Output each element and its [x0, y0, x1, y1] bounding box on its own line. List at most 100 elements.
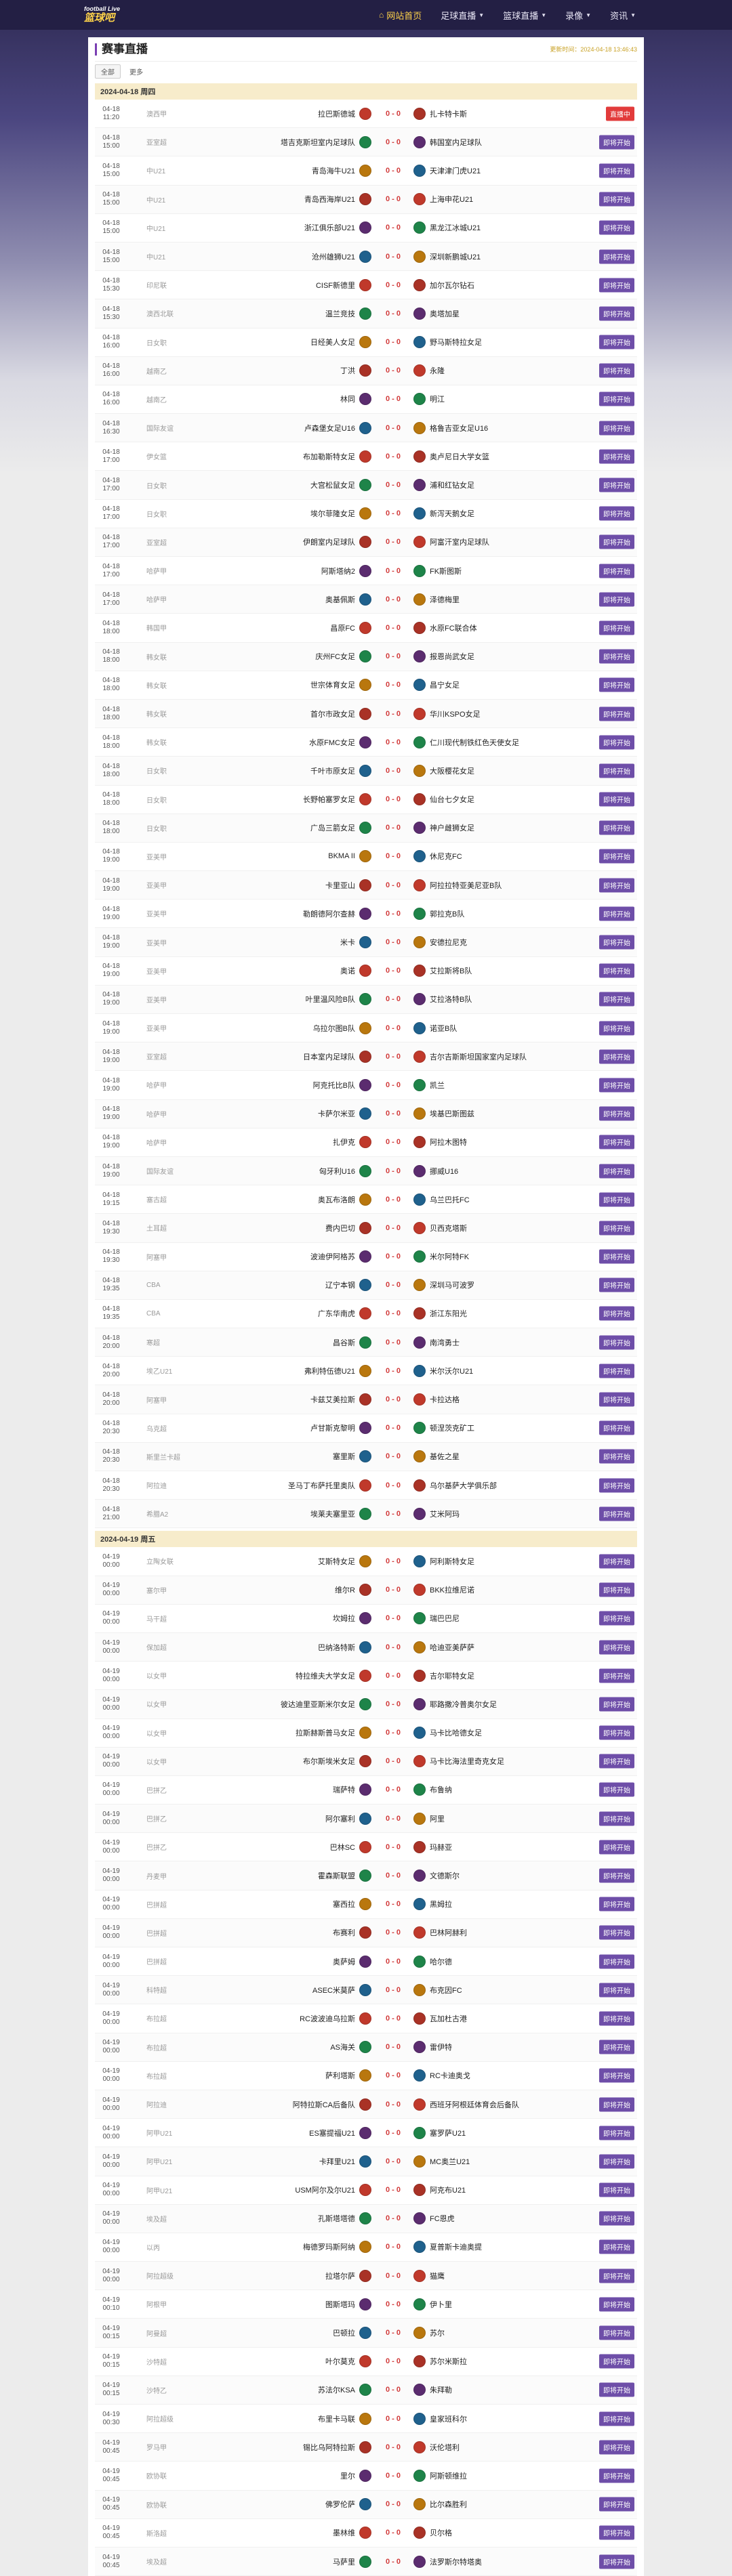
upcoming-button[interactable]: 即将开始: [599, 1392, 634, 1407]
upcoming-button[interactable]: 即将开始: [599, 1754, 634, 1769]
league-name[interactable]: 日女职: [127, 509, 182, 519]
upcoming-button[interactable]: 即将开始: [599, 1554, 634, 1569]
upcoming-button[interactable]: 即将开始: [599, 1582, 634, 1597]
league-name[interactable]: 阿曼超: [127, 2328, 182, 2338]
away-team[interactable]: 报恩尚武女足: [413, 650, 583, 663]
away-team[interactable]: 吉尔耶特女足: [413, 1669, 583, 1682]
away-team[interactable]: 法罗斯尔特塔奥: [413, 2555, 583, 2568]
league-name[interactable]: 韩国甲: [127, 622, 182, 633]
upcoming-button[interactable]: 即将开始: [599, 1697, 634, 1712]
away-team[interactable]: MC奥兰U21: [413, 2155, 583, 2168]
match-row[interactable]: 04-18 18:00 韩女联 庆州FC女足 0 - 0 报恩尚武女足 即将开始: [95, 642, 637, 671]
match-row[interactable]: 04-18 19:00 哈萨甲 扎伊克 0 - 0 阿拉木图特 即将开始: [95, 1128, 637, 1157]
match-row[interactable]: 04-18 15:00 亚室超 塔吉克斯坦室内足球队 0 - 0 韩国室内足球队 即将开始: [95, 128, 637, 157]
filter-more[interactable]: 更多: [123, 64, 149, 79]
away-team[interactable]: 上海申花U21: [413, 193, 583, 206]
home-team[interactable]: 丁洪: [182, 364, 373, 377]
league-name[interactable]: 立陶女联: [127, 1556, 182, 1566]
home-team[interactable]: 卡萨尔米亚: [182, 1107, 373, 1120]
home-team[interactable]: ASEC米莫萨: [182, 1983, 373, 1996]
match-row[interactable]: 04-19 00:00 以丙 梅德罗玛斯阿纳 0 - 0 夏普斯卡迪奥提 即将开始: [95, 2233, 637, 2262]
nav-item-0[interactable]: ⌂ 网站首页: [369, 0, 431, 30]
match-row[interactable]: 04-19 00:00 以女甲 彼达迪里亚斯米尔女足 0 - 0 耶路撒冷普奥尔女足 即将…: [95, 1690, 637, 1719]
home-team[interactable]: 卡里亚山: [182, 879, 373, 891]
home-team[interactable]: 萨利塔斯: [182, 2069, 373, 2082]
home-team[interactable]: 阿尔塞利: [182, 1812, 373, 1825]
home-team[interactable]: 阿斯塔纳2: [182, 564, 373, 577]
league-name[interactable]: 巴拼超: [127, 1928, 182, 1938]
league-name[interactable]: 以女甲: [127, 1756, 182, 1767]
away-team[interactable]: 艾拉洛特B队: [413, 993, 583, 1006]
home-team[interactable]: 勒朗德阿尔查赫: [182, 907, 373, 920]
upcoming-button[interactable]: 即将开始: [599, 992, 634, 1007]
away-team[interactable]: 安德拉尼克: [413, 936, 583, 949]
away-team[interactable]: 猫鹰: [413, 2269, 583, 2282]
home-team[interactable]: 世宗体育女足: [182, 679, 373, 692]
match-row[interactable]: 04-19 00:30 阿拉超级 布里卡马联 0 - 0 皇家班科尔 即将开始: [95, 2405, 637, 2434]
league-name[interactable]: 亚美甲: [127, 908, 182, 919]
upcoming-button[interactable]: 即将开始: [599, 1925, 634, 1940]
site-logo[interactable]: football Live 篮球吧: [84, 3, 131, 27]
match-row[interactable]: 04-18 17:00 哈萨甲 阿斯塔纳2 0 - 0 FK斯图斯 即将开始: [95, 557, 637, 586]
home-team[interactable]: 阿克托比B队: [182, 1078, 373, 1091]
away-team[interactable]: 艾拉斯将B队: [413, 965, 583, 977]
upcoming-button[interactable]: 即将开始: [599, 763, 634, 778]
home-team[interactable]: 日经美人女足: [182, 336, 373, 349]
league-name[interactable]: 哈萨甲: [127, 1109, 182, 1119]
league-name[interactable]: 阿甲U21: [127, 2185, 182, 2195]
league-name[interactable]: 中U21: [127, 251, 182, 261]
away-team[interactable]: 卡拉达格: [413, 1393, 583, 1406]
home-team[interactable]: 艾斯特女足: [182, 1555, 373, 1567]
upcoming-button[interactable]: 即将开始: [599, 2239, 634, 2254]
upcoming-button[interactable]: 即将开始: [599, 1135, 634, 1149]
league-name[interactable]: 日女职: [127, 823, 182, 833]
match-row[interactable]: 04-18 18:00 日女职 长野帕塞罗女足 0 - 0 仙台七夕女足 即将开始: [95, 786, 637, 814]
league-name[interactable]: 沙特乙: [127, 2385, 182, 2395]
upcoming-button[interactable]: 即将开始: [599, 2211, 634, 2226]
upcoming-button[interactable]: 即将开始: [599, 820, 634, 835]
upcoming-button[interactable]: 即将开始: [599, 1164, 634, 1179]
upcoming-button[interactable]: 即将开始: [599, 1725, 634, 1740]
match-row[interactable]: 04-18 15:30 澳西北联 温兰竞技 0 - 0 奥塔加星 即将开始: [95, 299, 637, 329]
league-name[interactable]: 亚美甲: [127, 966, 182, 976]
league-name[interactable]: 越南乙: [127, 366, 182, 376]
league-name[interactable]: 韩女联: [127, 737, 182, 747]
league-name[interactable]: 亚室超: [127, 1051, 182, 1061]
upcoming-button[interactable]: 即将开始: [599, 534, 634, 549]
home-team[interactable]: 千叶市原女足: [182, 764, 373, 777]
league-name[interactable]: 亚美甲: [127, 1023, 182, 1033]
upcoming-button[interactable]: 即将开始: [599, 1420, 634, 1435]
match-row[interactable]: 04-19 00:00 埃及超 孔斯塔塔德 0 - 0 FC恩虎 即将开始: [95, 2204, 637, 2233]
match-row[interactable]: 04-19 00:15 阿曼超 巴顿拉 0 - 0 苏尔 即将开始: [95, 2319, 637, 2348]
match-row[interactable]: 04-18 15:00 中U21 沧州雄狮U21 0 - 0 深圳新鹏城U21 即将开始: [95, 242, 637, 272]
league-name[interactable]: 斯里兰卡超: [127, 1452, 182, 1462]
upcoming-button[interactable]: 即将开始: [599, 2097, 634, 2112]
upcoming-button[interactable]: 即将开始: [599, 1049, 634, 1064]
home-team[interactable]: 彼达迪里亚斯米尔女足: [182, 1697, 373, 1710]
upcoming-button[interactable]: 即将开始: [599, 878, 634, 893]
nav-item-1[interactable]: 足球直播 ▼: [431, 0, 493, 30]
upcoming-button[interactable]: 即将开始: [599, 449, 634, 464]
home-team[interactable]: 首尔市政女足: [182, 707, 373, 720]
league-name[interactable]: 寒超: [127, 1337, 182, 1347]
match-row[interactable]: 04-19 00:00 巴拼超 奥萨姆 0 - 0 哈尔德 即将开始: [95, 1947, 637, 1977]
league-name[interactable]: 韩女联: [127, 680, 182, 690]
home-team[interactable]: 大宫松鼠女足: [182, 479, 373, 492]
league-name[interactable]: 欧协联: [127, 2470, 182, 2480]
away-team[interactable]: 哈尔德: [413, 1955, 583, 1968]
away-team[interactable]: 布鲁纳: [413, 1783, 583, 1796]
match-row[interactable]: 04-18 16:30 国际友谊 卢森堡女足U16 0 - 0 格鲁吉亚女足U16 即将开…: [95, 414, 637, 443]
match-row[interactable]: 04-19 00:00 以女甲 拉斯赫斯普马女足 0 - 0 马卡比哈德女足 即将开始: [95, 1719, 637, 1748]
away-team[interactable]: 耶路撒冷普奥尔女足: [413, 1697, 583, 1710]
home-team[interactable]: 扎伊克: [182, 1136, 373, 1149]
league-name[interactable]: 巴拼乙: [127, 1813, 182, 1823]
upcoming-button[interactable]: 即将开始: [599, 392, 634, 406]
home-team[interactable]: AS海关: [182, 2041, 373, 2054]
home-team[interactable]: 卡拜里U21: [182, 2155, 373, 2168]
home-team[interactable]: 塞西拉: [182, 1898, 373, 1911]
away-team[interactable]: 阿克布U21: [413, 2184, 583, 2197]
upcoming-button[interactable]: 即将开始: [599, 2040, 634, 2054]
league-name[interactable]: 印尼联: [127, 280, 182, 290]
league-name[interactable]: 阿甲U21: [127, 2156, 182, 2166]
away-team[interactable]: 加尔瓦尔钻石: [413, 278, 583, 291]
